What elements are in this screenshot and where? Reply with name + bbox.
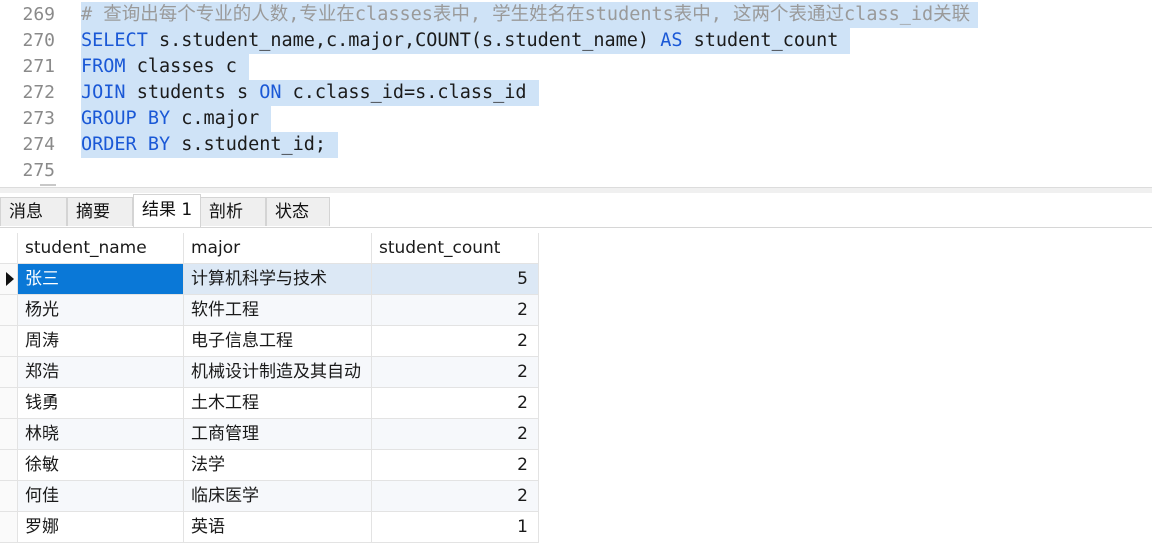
- editor-line: 271 FROM classes c: [0, 54, 1152, 80]
- sql-text: c.major: [170, 108, 260, 129]
- sql-code[interactable]: SELECT s.student_name,c.major,COUNT(s.st…: [81, 28, 851, 54]
- row-indicator[interactable]: [0, 295, 18, 326]
- sql-keyword: ORDER BY: [81, 134, 171, 155]
- line-number: 275: [22, 160, 55, 181]
- editor-line: 270 SELECT s.student_name,c.major,COUNT(…: [0, 28, 1152, 54]
- sql-code[interactable]: JOIN students s ON c.class_id=s.class_id: [81, 80, 539, 106]
- sql-keyword: AS: [660, 30, 683, 51]
- row-indicator[interactable]: [0, 357, 18, 388]
- cell-student-name[interactable]: 钱勇: [18, 388, 184, 419]
- sql-code[interactable]: FROM classes c: [81, 54, 249, 80]
- current-row-arrow-icon: [6, 272, 14, 286]
- cell-major[interactable]: 法学: [184, 450, 372, 481]
- tab-messages[interactable]: 消息: [0, 197, 67, 226]
- cell-student-count[interactable]: 2: [372, 481, 539, 512]
- tab-label: 剖析: [209, 202, 243, 222]
- row-indicator-header: [0, 233, 18, 264]
- tab-summary[interactable]: 摘要: [67, 197, 133, 226]
- tab-label: 摘要: [76, 202, 110, 222]
- column-header-student-count[interactable]: student_count: [372, 233, 539, 264]
- result-tabs: 消息 摘要 结果 1 剖析 状态: [0, 193, 1152, 228]
- sql-keyword: FROM: [81, 56, 126, 77]
- editor-line: 275: [0, 158, 1152, 184]
- cell-student-name[interactable]: 杨光: [18, 295, 184, 326]
- sql-keyword: GROUP BY: [81, 108, 171, 129]
- row-indicator[interactable]: [0, 512, 18, 543]
- cell-major[interactable]: 机械设计制造及其自动: [184, 357, 372, 388]
- sql-text: s.student_name,c.major,COUNT(s.student_n…: [147, 30, 661, 51]
- sql-keyword: JOIN: [81, 82, 126, 103]
- editor-line: 274 ORDER BY s.student_id;: [0, 132, 1152, 158]
- cell-major[interactable]: 工商管理: [184, 419, 372, 450]
- sql-text: s.student_id;: [170, 134, 327, 155]
- cell-major[interactable]: 计算机科学与技术: [184, 264, 372, 295]
- cell-major[interactable]: 电子信息工程: [184, 326, 372, 357]
- sql-code[interactable]: GROUP BY c.major: [81, 106, 272, 132]
- cell-student-count[interactable]: 2: [372, 326, 539, 357]
- sql-text: students s: [125, 82, 260, 103]
- cell-student-count[interactable]: 2: [372, 295, 539, 326]
- row-indicator[interactable]: [0, 388, 18, 419]
- line-number: 270: [22, 30, 55, 51]
- line-number: 272: [22, 82, 55, 103]
- next-line-number-fragment: [40, 184, 56, 186]
- cell-student-count[interactable]: 1: [372, 512, 539, 543]
- tab-result-1[interactable]: 结果 1: [133, 194, 201, 227]
- row-indicator[interactable]: [0, 264, 18, 295]
- cell-major[interactable]: 土木工程: [184, 388, 372, 419]
- row-indicator[interactable]: [0, 326, 18, 357]
- cell-major[interactable]: 英语: [184, 512, 372, 543]
- line-number: 269: [22, 4, 55, 25]
- cell-student-name[interactable]: 周涛: [18, 326, 184, 357]
- sql-editor[interactable]: 269 # 查询出每个专业的人数,专业在classes表中, 学生姓名在stud…: [0, 0, 1152, 186]
- tab-profile[interactable]: 剖析: [200, 197, 266, 226]
- tab-label: 状态: [275, 202, 309, 222]
- cell-student-count[interactable]: 2: [372, 450, 539, 481]
- editor-line: 273 GROUP BY c.major: [0, 106, 1152, 132]
- sql-keyword: ON: [259, 82, 282, 103]
- tab-label: 结果 1: [142, 200, 193, 220]
- sql-text: c.class_id=s.class_id: [281, 82, 527, 103]
- sql-keyword: SELECT: [81, 30, 148, 51]
- cell-student-name[interactable]: 林晓: [18, 419, 184, 450]
- cell-major[interactable]: 软件工程: [184, 295, 372, 326]
- sql-code[interactable]: ORDER BY s.student_id;: [81, 132, 339, 158]
- line-number: 274: [22, 134, 55, 155]
- line-number: 271: [22, 56, 55, 77]
- tab-label: 消息: [9, 202, 43, 222]
- row-indicator[interactable]: [0, 481, 18, 512]
- cell-student-name[interactable]: 何佳: [18, 481, 184, 512]
- cell-major[interactable]: 临床医学: [184, 481, 372, 512]
- cell-student-name[interactable]: 张三: [18, 264, 184, 295]
- row-indicator[interactable]: [0, 419, 18, 450]
- row-indicator[interactable]: [0, 450, 18, 481]
- column-header-student-name[interactable]: student_name: [18, 233, 184, 264]
- sql-text: student_count: [682, 30, 839, 51]
- cell-student-count[interactable]: 2: [372, 388, 539, 419]
- cell-student-name[interactable]: 徐敏: [18, 450, 184, 481]
- cell-student-name[interactable]: 罗娜: [18, 512, 184, 543]
- cell-student-count[interactable]: 2: [372, 357, 539, 388]
- tab-status[interactable]: 状态: [266, 197, 330, 226]
- line-number: 273: [22, 108, 55, 129]
- cell-student-name[interactable]: 郑浩: [18, 357, 184, 388]
- sql-comment[interactable]: # 查询出每个专业的人数,专业在classes表中, 学生姓名在students…: [81, 2, 979, 28]
- cell-student-count[interactable]: 2: [372, 419, 539, 450]
- sql-text: classes c: [125, 56, 237, 77]
- column-header-major[interactable]: major: [184, 233, 372, 264]
- editor-line: 269 # 查询出每个专业的人数,专业在classes表中, 学生姓名在stud…: [0, 2, 1152, 28]
- cell-student-count[interactable]: 5: [372, 264, 539, 295]
- editor-line: 272 JOIN students s ON c.class_id=s.clas…: [0, 80, 1152, 106]
